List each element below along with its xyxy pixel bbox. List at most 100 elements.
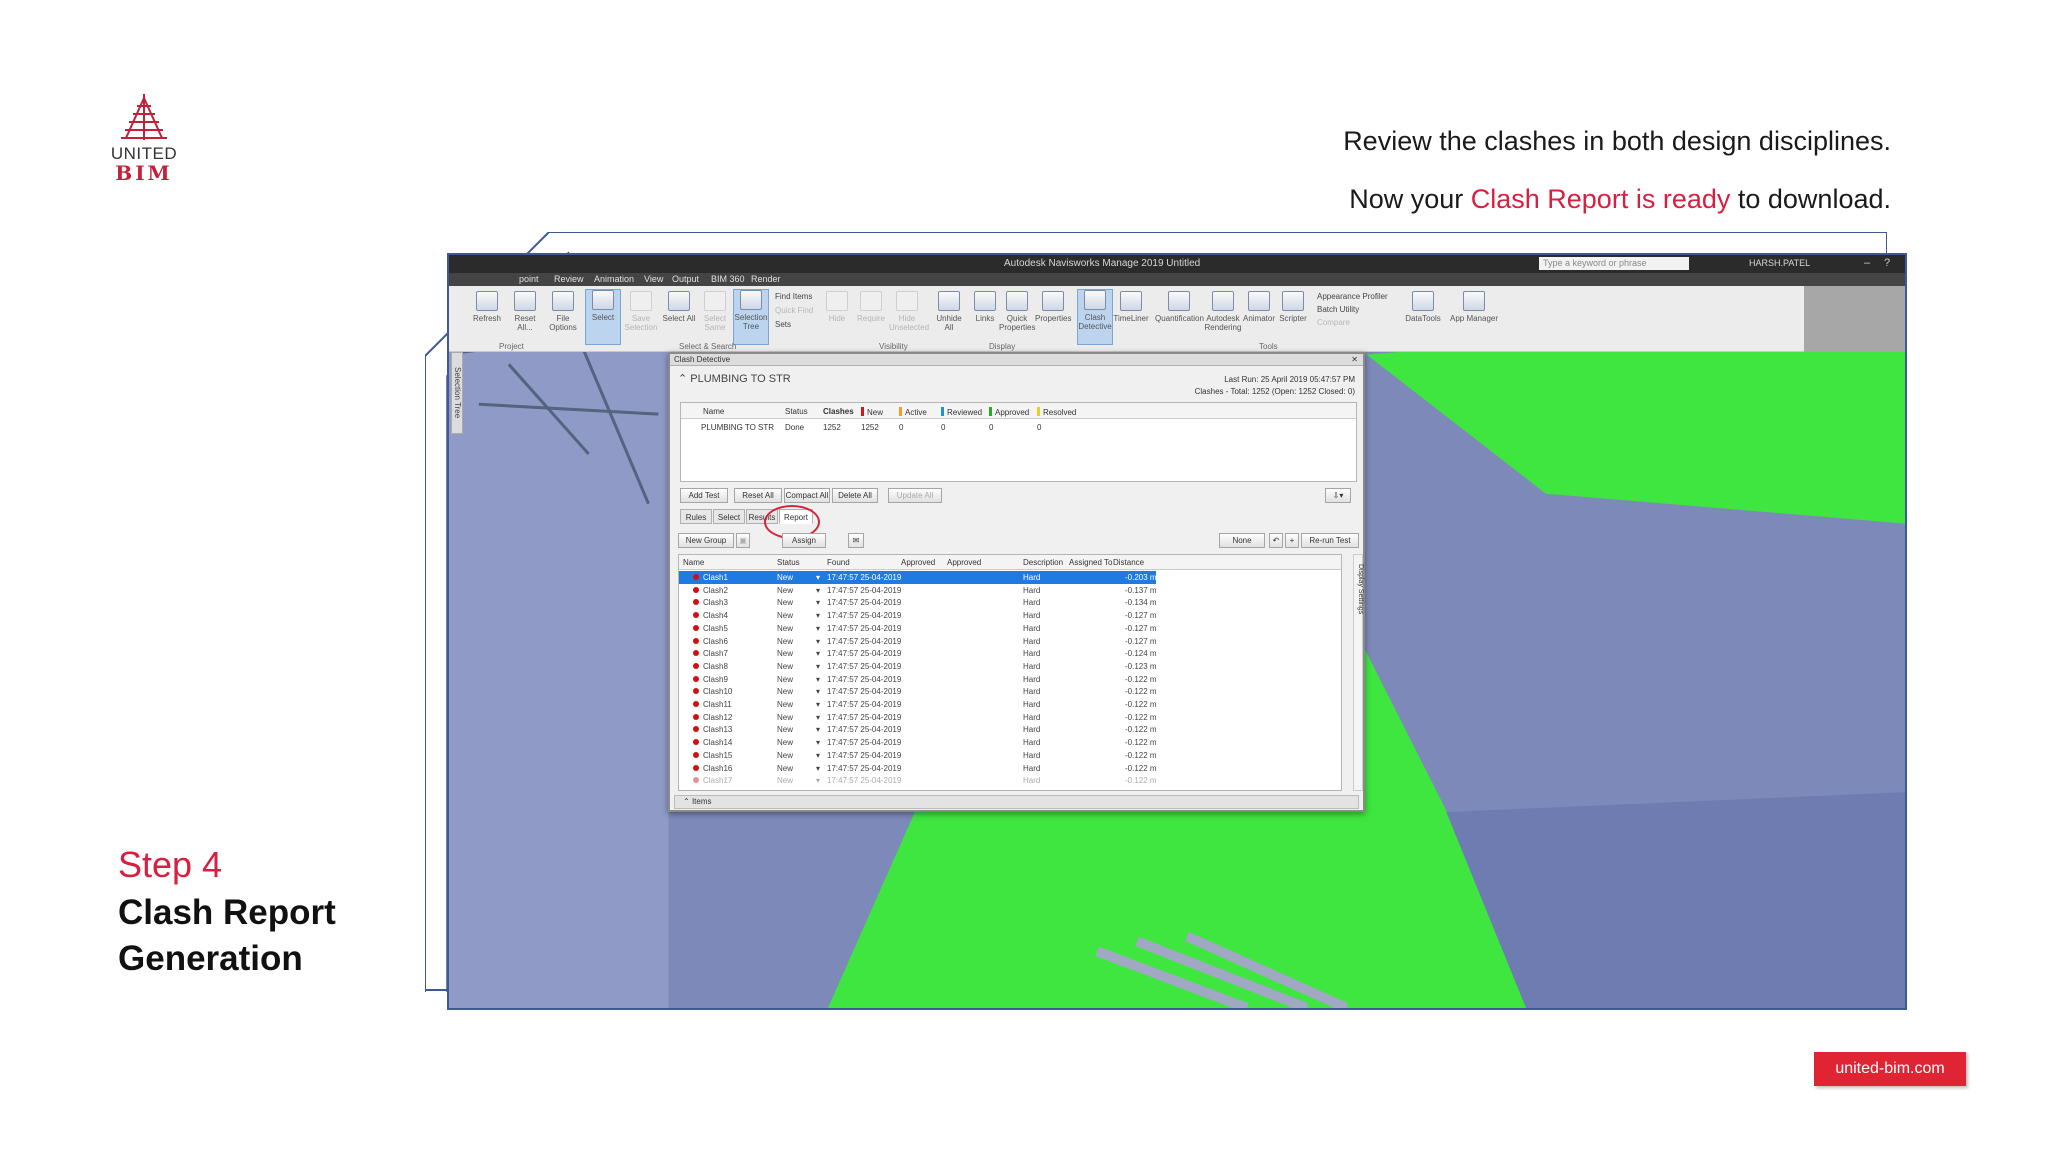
select-button[interactable]: Select [585, 289, 621, 345]
table-row[interactable]: Clash3 New ▾ 17:47:57 25-04-2019 Hard -0.134 … [679, 596, 1157, 609]
highlight-none-dropdown[interactable]: None [1219, 533, 1265, 548]
col-clashes[interactable]: Clashes [823, 407, 854, 416]
clash-status[interactable]: New [777, 776, 793, 785]
res-col-description[interactable]: Description [1023, 558, 1063, 567]
table-row[interactable]: Clash13 New ▾ 17:47:57 25-04-2019 Hard -0.122… [679, 723, 1157, 736]
col-name[interactable]: Name [703, 407, 724, 416]
clash-status[interactable]: New [777, 649, 793, 658]
hide-unselected-button[interactable]: Hide Unselected [889, 291, 929, 332]
status-dropdown-icon[interactable]: ▾ [816, 611, 820, 620]
clash-status[interactable]: New [777, 738, 793, 747]
file-options-button[interactable]: File Options [545, 291, 581, 332]
items-footer[interactable]: ⌃ Items [674, 795, 1359, 809]
clash-status[interactable]: New [777, 662, 793, 671]
compact-all-button[interactable]: Compact All [784, 488, 830, 503]
table-row[interactable]: Clash17 New ▾ 17:47:57 25-04-2019 Hard -0.122… [679, 774, 1157, 787]
res-col-approved[interactable]: Approved [947, 558, 981, 567]
table-row[interactable]: Clash1 New ▾ 17:47:57 25-04-2019 Hard -0.203 … [679, 571, 1157, 584]
status-dropdown-icon[interactable]: ▾ [816, 764, 820, 773]
col-new[interactable]: New [861, 407, 883, 417]
clash-status[interactable]: New [777, 764, 793, 773]
clash-status[interactable]: New [777, 611, 793, 620]
assign-button[interactable]: Assign [782, 533, 826, 548]
selection-tree-button[interactable]: Selection Tree [733, 289, 769, 345]
clash-status[interactable]: New [777, 725, 793, 734]
res-col-distance[interactable]: Distance [1113, 558, 1144, 567]
test-header[interactable]: ⌃ PLUMBING TO STR [678, 372, 791, 385]
website-link[interactable]: united-bim.com [1814, 1052, 1966, 1086]
clash-status[interactable]: New [777, 598, 793, 607]
table-row[interactable]: Clash10 New ▾ 17:47:57 25-04-2019 Hard -0.122… [679, 685, 1157, 698]
unhide-all-button[interactable]: Unhide All [931, 291, 967, 332]
table-row[interactable]: Clash8 New ▾ 17:47:57 25-04-2019 Hard -0.123 … [679, 660, 1157, 673]
find-items-button[interactable]: Find Items [775, 292, 812, 301]
comment-icon[interactable]: ✉ [848, 533, 864, 548]
menu-item-bim360[interactable]: BIM 360 [711, 274, 745, 284]
clash-status[interactable]: New [777, 573, 793, 582]
res-col-approved-by[interactable]: Approved [901, 558, 935, 567]
clash-status[interactable]: New [777, 624, 793, 633]
animator-button[interactable]: Animator [1241, 291, 1277, 323]
table-row[interactable]: Clash9 New ▾ 17:47:57 25-04-2019 Hard -0.122 … [679, 673, 1157, 686]
clash-status[interactable]: New [777, 713, 793, 722]
selection-tree-side-tab[interactable]: Selection Tree [451, 352, 463, 434]
ribbon-group-project[interactable]: Project [499, 342, 524, 351]
table-row[interactable]: Clash16 New ▾ 17:47:57 25-04-2019 Hard -0.122… [679, 762, 1157, 775]
clash-status[interactable]: New [777, 751, 793, 760]
status-dropdown-icon[interactable]: ▾ [816, 738, 820, 747]
status-dropdown-icon[interactable]: ▾ [816, 637, 820, 646]
app-manager-button[interactable]: App Manager [1449, 291, 1499, 323]
status-dropdown-icon[interactable]: ▾ [816, 687, 820, 696]
update-all-button[interactable]: Update All [888, 488, 942, 503]
export-icon[interactable]: ⇩▾ [1325, 488, 1351, 503]
status-dropdown-icon[interactable]: ▾ [816, 675, 820, 684]
timeliner-button[interactable]: TimeLiner [1113, 291, 1149, 323]
minimize-icon[interactable]: – [1859, 256, 1875, 271]
datatools-button[interactable]: DataTools [1405, 291, 1441, 323]
status-dropdown-icon[interactable]: ▾ [816, 700, 820, 709]
menu-item-animation[interactable]: Animation [594, 274, 634, 284]
autodesk-rendering-button[interactable]: Autodesk Rendering [1203, 291, 1243, 332]
status-dropdown-icon[interactable]: ▾ [816, 624, 820, 633]
col-reviewed[interactable]: Reviewed [941, 407, 982, 417]
table-row[interactable]: Clash5 New ▾ 17:47:57 25-04-2019 Hard -0.127 … [679, 622, 1157, 635]
status-dropdown-icon[interactable]: ▾ [816, 573, 820, 582]
help-search-input[interactable]: Type a keyword or phrase [1539, 257, 1689, 270]
appearance-profiler-button[interactable]: Appearance Profiler [1317, 292, 1388, 301]
menu-item-render[interactable]: Render [751, 274, 781, 284]
table-row[interactable]: Clash12 New ▾ 17:47:57 25-04-2019 Hard -0.122… [679, 711, 1157, 724]
add-test-button[interactable]: Add Test [680, 488, 728, 503]
col-active[interactable]: Active [899, 407, 927, 417]
status-dropdown-icon[interactable]: ▾ [816, 751, 820, 760]
tab-rules[interactable]: Rules [680, 509, 712, 524]
compare-button[interactable]: Compare [1317, 318, 1350, 327]
reset-all-tests-button[interactable]: Reset All [734, 488, 782, 503]
quantification-button[interactable]: Quantification [1155, 291, 1204, 323]
delete-all-button[interactable]: Delete All [832, 488, 878, 503]
table-row[interactable]: Clash14 New ▾ 17:47:57 25-04-2019 Hard -0.122… [679, 736, 1157, 749]
res-col-found[interactable]: Found [827, 558, 850, 567]
reset-all-button[interactable]: Reset All... [507, 291, 543, 332]
add-comment-icon[interactable]: + [1285, 533, 1299, 548]
new-group-button[interactable]: New Group [678, 533, 734, 548]
res-col-assigned-to[interactable]: Assigned To [1069, 558, 1112, 567]
col-status[interactable]: Status [785, 407, 808, 416]
hide-button[interactable]: Hide [819, 291, 855, 323]
clash-status[interactable]: New [777, 586, 793, 595]
status-dropdown-icon[interactable]: ▾ [816, 598, 820, 607]
table-row[interactable]: Clash6 New ▾ 17:47:57 25-04-2019 Hard -0.127 … [679, 635, 1157, 648]
select-same-button[interactable]: Select Same [697, 291, 733, 332]
batch-utility-button[interactable]: Batch Utility [1317, 305, 1359, 314]
status-dropdown-icon[interactable]: ▾ [816, 649, 820, 658]
group-icon[interactable]: ▣ [736, 533, 750, 548]
user-name[interactable]: HARSH.PATEL [1749, 258, 1810, 268]
clash-detective-button[interactable]: Clash Detective [1077, 289, 1113, 345]
clash-status[interactable]: New [777, 637, 793, 646]
ribbon-group-select-search[interactable]: Select & Search [679, 342, 736, 351]
chevron-up-icon[interactable]: ⌃ [678, 373, 687, 385]
clash-status[interactable]: New [777, 700, 793, 709]
menu-item-review[interactable]: Review [554, 274, 584, 284]
require-button[interactable]: Require [853, 291, 889, 323]
status-dropdown-icon[interactable]: ▾ [816, 776, 820, 785]
menu-item-view[interactable]: View [644, 274, 663, 284]
